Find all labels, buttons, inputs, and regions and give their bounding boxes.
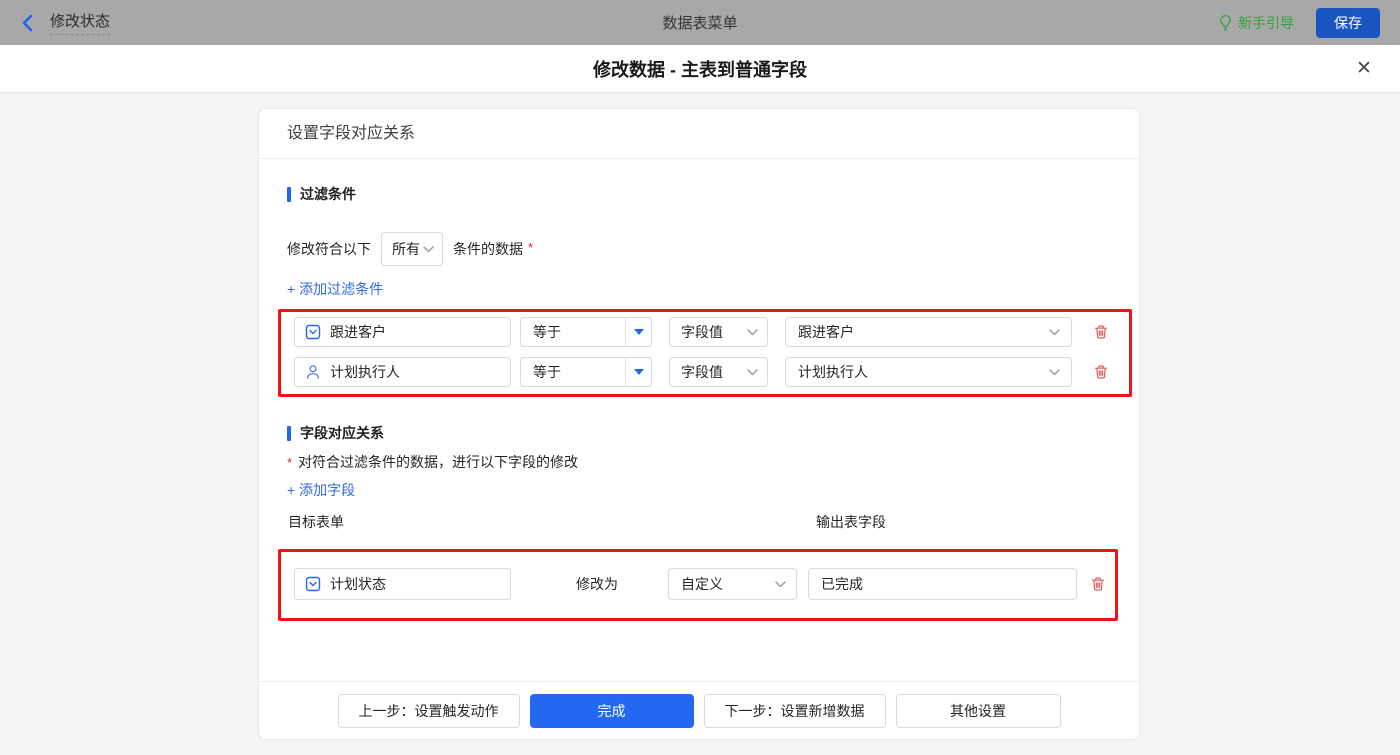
trash-icon <box>1090 576 1106 592</box>
lightbulb-icon <box>1218 14 1233 32</box>
next-step-button[interactable]: 下一步：设置新增数据 <box>703 693 886 728</box>
card-footer: 上一步：设置触发动作 完成 下一步：设置新增数据 其他设置 <box>259 681 1139 739</box>
match-condition-row: 修改符合以下 所有 条件的数据 * <box>287 232 1111 266</box>
workflow-name[interactable]: 修改状态 <box>50 10 111 35</box>
prev-step-button[interactable]: 上一步：设置触发动作 <box>337 693 520 728</box>
modal-body: 设置字段对应关系 过滤条件 修改符合以下 所有 条件的数据 * + 添加过滤条件 <box>0 93 1400 755</box>
close-icon[interactable]: ✕ <box>1352 57 1376 81</box>
value-type-select[interactable]: 字段值 <box>669 357 768 387</box>
match-mode-select[interactable]: 所有 <box>381 232 443 266</box>
beginner-guide-label: 新手引导 <box>1238 14 1294 31</box>
chevron-left-icon <box>20 14 36 32</box>
mapping-section-title: 字段对应关系 <box>287 425 1111 441</box>
match-prefix-label: 修改符合以下 <box>287 241 371 257</box>
value-mode-select[interactable]: 自定义 <box>668 568 797 600</box>
target-form-column-label: 目标表单 <box>288 514 344 530</box>
select-field-icon <box>305 324 321 340</box>
value-select[interactable]: 计划执行人 <box>785 357 1072 387</box>
section-accent-bar <box>287 425 291 441</box>
chevron-down-icon <box>423 245 434 253</box>
required-asterisk: * <box>287 454 293 470</box>
delete-row-button[interactable] <box>1093 324 1109 340</box>
mapping-row-highlight-box: 计划状态 修改为 自定义 已完成 <box>278 549 1118 621</box>
delete-row-button[interactable] <box>1090 576 1106 592</box>
trash-icon <box>1093 324 1109 340</box>
done-button[interactable]: 完成 <box>529 693 694 728</box>
filter-row: 计划执行人 等于 字段值 计划执行人 <box>294 357 1129 387</box>
other-settings-button[interactable]: 其他设置 <box>895 693 1061 728</box>
mapping-row: 计划状态 修改为 自定义 已完成 <box>294 568 1115 600</box>
trash-icon <box>1093 364 1109 380</box>
filter-field-input[interactable]: 跟进客户 <box>294 317 511 347</box>
chevron-down-icon <box>747 328 758 336</box>
section-accent-bar <box>287 186 291 202</box>
modal-title: 修改数据 - 主表到普通字段 <box>593 59 807 80</box>
chevron-down-icon <box>747 368 758 376</box>
chevron-down-icon <box>1049 368 1060 376</box>
card-title: 设置字段对应关系 <box>259 109 1139 159</box>
add-field-link[interactable]: + 添加字段 <box>287 480 355 500</box>
beginner-guide-link[interactable]: 新手引导 <box>1218 13 1294 33</box>
filter-rows-highlight-box: 跟进客户 等于 字段值 跟进客户 计划执行人 等于 字段值 计划执行人 <box>278 309 1132 397</box>
caret-down-icon[interactable] <box>626 369 651 375</box>
chevron-down-icon <box>1049 328 1060 336</box>
value-type-select[interactable]: 字段值 <box>669 317 768 347</box>
save-button[interactable]: 保存 <box>1316 7 1380 38</box>
match-suffix-label: 条件的数据 <box>453 241 523 257</box>
select-field-icon <box>305 576 321 592</box>
operator-select[interactable]: 等于 <box>520 317 652 347</box>
chevron-down-icon <box>775 580 786 588</box>
topbar-title: 数据表菜单 <box>662 15 738 32</box>
modify-to-label: 修改为 <box>576 576 618 592</box>
settings-card: 设置字段对应关系 过滤条件 修改符合以下 所有 条件的数据 * + 添加过滤条件 <box>258 108 1140 740</box>
caret-down-icon[interactable] <box>626 329 651 335</box>
mapping-description: * 对符合过滤条件的数据，进行以下字段的修改 <box>287 454 579 470</box>
value-select[interactable]: 跟进客户 <box>785 317 1072 347</box>
modal-header: 修改数据 - 主表到普通字段 ✕ <box>0 45 1400 93</box>
filter-field-input[interactable]: 计划执行人 <box>294 357 511 387</box>
user-icon <box>305 364 321 380</box>
add-filter-condition-link[interactable]: + 添加过滤条件 <box>287 279 383 299</box>
target-field-input[interactable]: 计划状态 <box>294 568 511 600</box>
custom-value-input[interactable]: 已完成 <box>808 568 1077 600</box>
delete-row-button[interactable] <box>1093 364 1109 380</box>
back-button[interactable] <box>20 14 36 32</box>
operator-select[interactable]: 等于 <box>520 357 652 387</box>
required-asterisk: * <box>528 239 534 255</box>
filter-section-title: 过滤条件 <box>287 186 1111 202</box>
output-field-column-label: 输出表字段 <box>816 514 886 530</box>
topbar: 修改状态 数据表菜单 新手引导 保存 <box>0 0 1400 45</box>
filter-row: 跟进客户 等于 字段值 跟进客户 <box>294 317 1129 347</box>
mapping-column-headers: 目标表单 输出表字段 <box>287 512 1111 530</box>
